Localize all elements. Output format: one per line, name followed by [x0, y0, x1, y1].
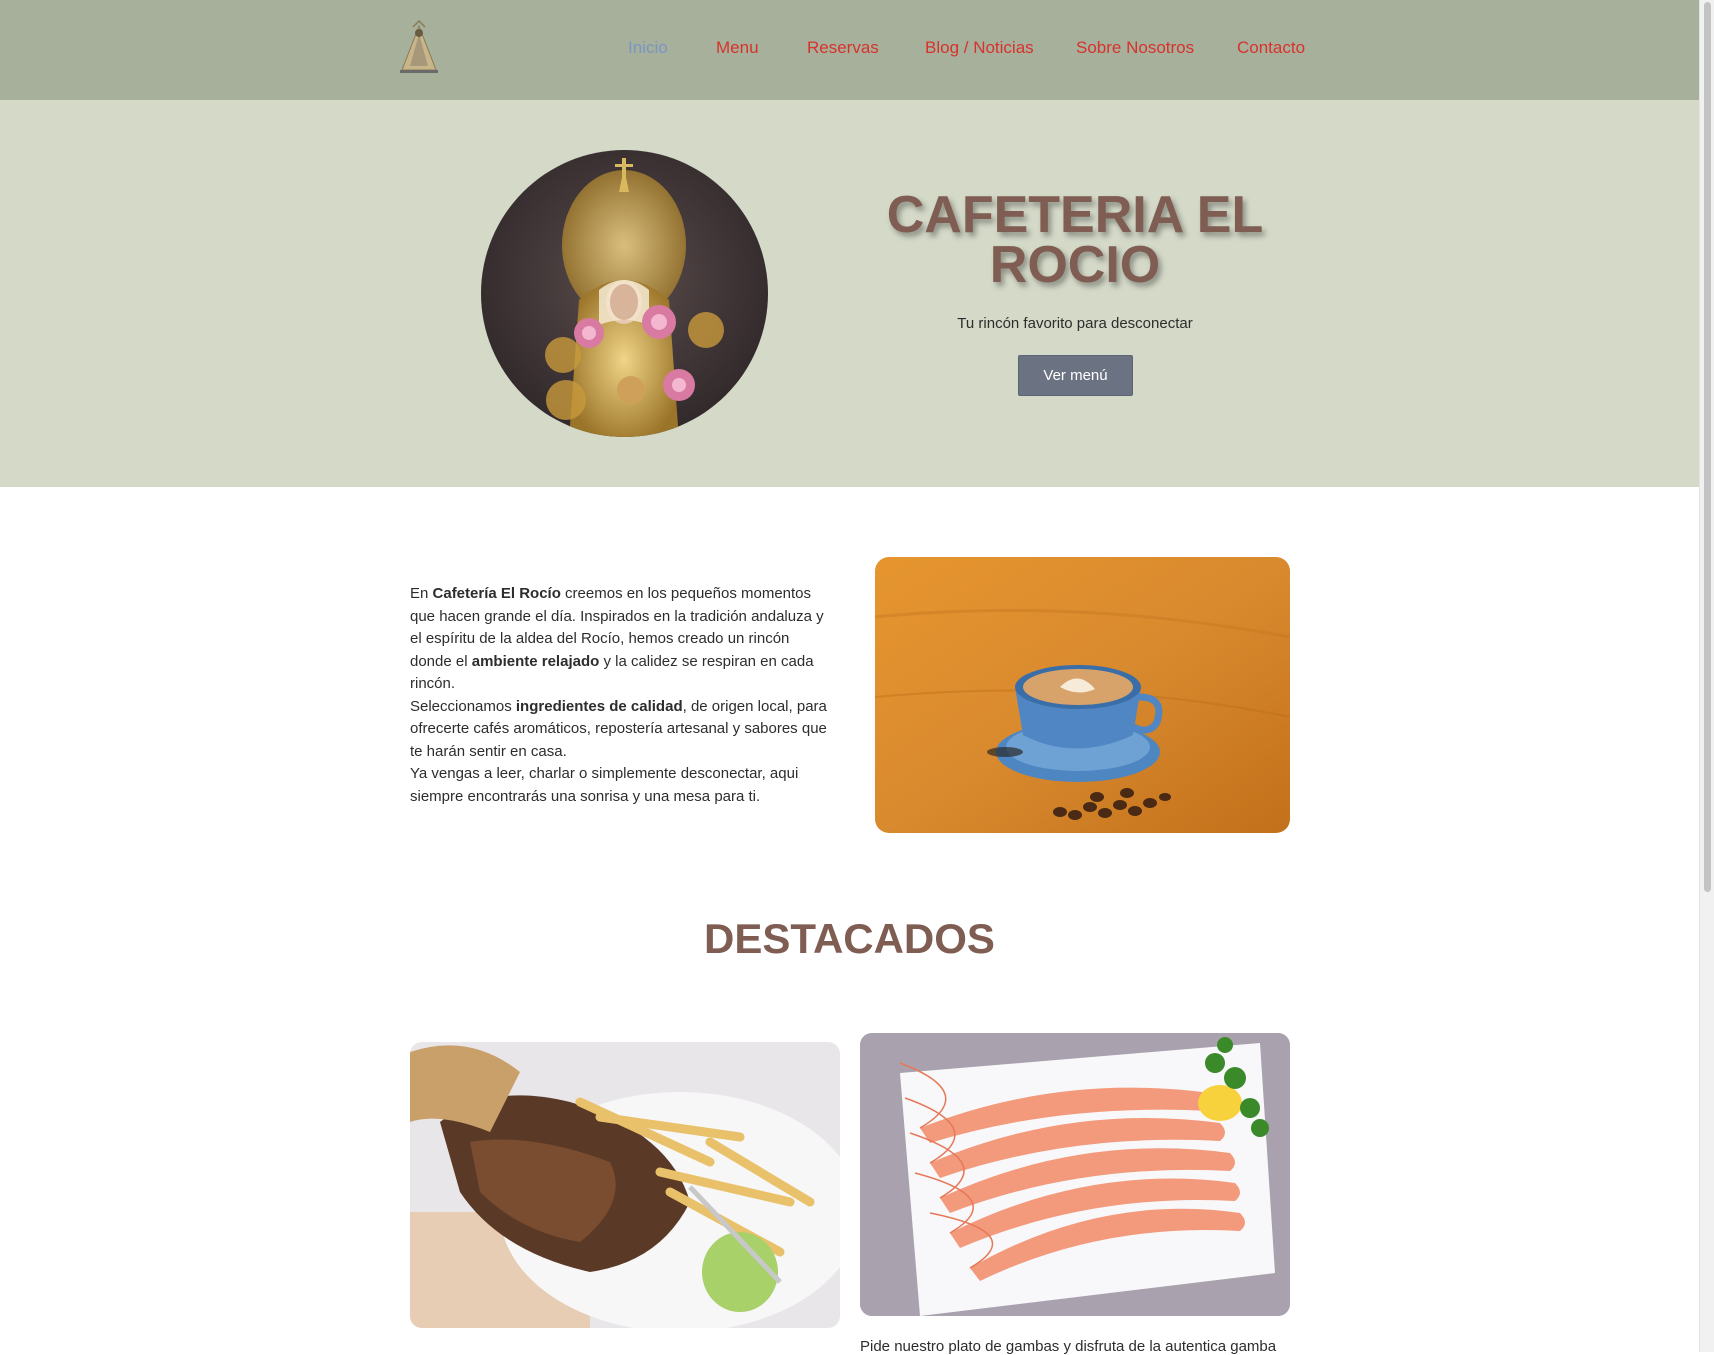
nav-link-menu[interactable]: Menu	[716, 38, 759, 58]
shrimp-caption: Pide nuestro plato de gambas y disfruta …	[860, 1338, 1277, 1355]
hero-section: CAFETERIA EL ROCIO Tu rincón favorito par…	[0, 100, 1699, 487]
page-scrollbar[interactable]	[1699, 0, 1714, 1352]
nav-link-sobre-nosotros[interactable]: Sobre Nosotros	[1076, 38, 1194, 58]
shrimp-platter-image	[860, 1033, 1290, 1316]
nav-link-reservas[interactable]: Reservas	[807, 38, 879, 58]
intro-paragraph-2: Seleccionamos ingredientes de calidad, d…	[410, 697, 827, 760]
intro-text: En Cafetería El Rocío creemos en los peq…	[410, 583, 830, 808]
scrollbar-thumb[interactable]	[1704, 2, 1711, 892]
latte-image	[875, 557, 1290, 833]
intro-paragraph-1: En Cafetería El Rocío creemos en los peq…	[410, 585, 824, 692]
grilled-meat-dish-image	[410, 1042, 840, 1328]
top-navbar: Inicio Menu Reservas Blog / Noticias Sob…	[0, 0, 1699, 100]
nav-link-contacto[interactable]: Contacto	[1237, 38, 1305, 58]
hero-virgin-image	[481, 150, 768, 437]
view-menu-button[interactable]: Ver menú	[1018, 355, 1133, 396]
hero-subtitle: Tu rincón favorito para desconectar	[957, 315, 1193, 332]
nav-link-inicio[interactable]: Inicio	[628, 38, 668, 58]
nav-link-blog[interactable]: Blog / Noticias	[925, 38, 1034, 58]
intro-paragraph-3: Ya vengas a leer, charlar o simplemente …	[410, 765, 799, 805]
main-nav: Inicio Menu Reservas Blog / Noticias Sob…	[0, 38, 1699, 62]
hero-title: CAFETERIA EL ROCIO	[886, 186, 1264, 294]
featured-title: DESTACADOS	[704, 915, 995, 962]
